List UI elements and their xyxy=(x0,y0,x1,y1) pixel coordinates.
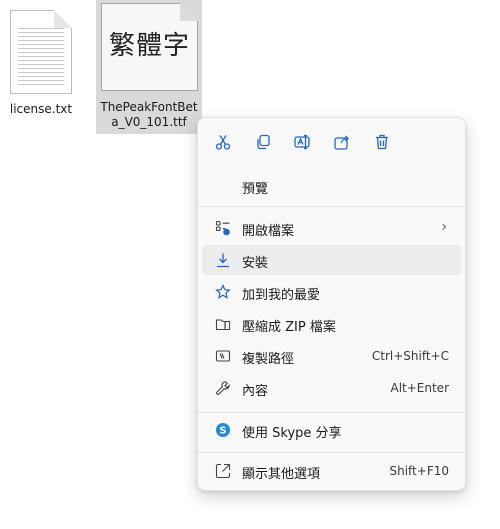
menu-item-label: 顯示其他選項 xyxy=(242,467,321,482)
context-menu: 預覽 開啟檔案 › 安裝 加到我的最愛 壓縮成 ZIP 檔案 複製路徑 Ctrl… xyxy=(197,117,466,491)
quick-action-bar xyxy=(198,118,465,164)
menu-item-properties[interactable]: 內容 Alt+Enter xyxy=(202,373,461,403)
menu-divider xyxy=(199,206,464,207)
menu-divider xyxy=(199,412,464,413)
file-license-txt[interactable]: license.txt xyxy=(0,0,82,125)
copy-icon[interactable] xyxy=(251,130,275,154)
wrench-icon xyxy=(215,380,231,396)
menu-item-add-favorites[interactable]: 加到我的最愛 xyxy=(202,277,461,307)
menu-item-copy-path[interactable]: 複製路徑 Ctrl+Shift+C xyxy=(202,341,461,371)
delete-icon[interactable] xyxy=(370,130,394,154)
file-name: license.txt xyxy=(9,102,73,116)
rename-icon[interactable] xyxy=(290,130,314,154)
copy-path-icon xyxy=(215,348,231,364)
share-icon[interactable] xyxy=(330,130,354,154)
menu-item-compress-zip[interactable]: 壓縮成 ZIP 檔案 xyxy=(202,309,461,339)
menu-item-shortcut: Alt+Enter xyxy=(390,381,449,395)
svg-text:S: S xyxy=(219,426,226,437)
file-name: ThePeakFontBet a_V0_101.ttf xyxy=(100,100,198,129)
open-with-icon xyxy=(215,220,231,236)
menu-item-label: 加到我的最愛 xyxy=(242,288,321,303)
menu-item-label: 開啟檔案 xyxy=(242,224,295,239)
menu-item-install[interactable]: 安裝 xyxy=(202,245,461,275)
menu-item-label: 內容 xyxy=(242,384,269,399)
menu-item-share-skype[interactable]: S 使用 Skype 分享 xyxy=(202,415,461,445)
star-icon xyxy=(215,284,231,300)
menu-divider xyxy=(199,452,464,453)
menu-item-label: 安裝 xyxy=(242,256,269,271)
menu-item-shortcut: Shift+F10 xyxy=(389,464,449,478)
skype-icon: S xyxy=(215,422,231,438)
menu-item-label: 預覽 xyxy=(242,182,269,197)
file-font-ttf[interactable]: 繁體字 ThePeakFontBet a_V0_101.ttf xyxy=(96,0,202,134)
menu-item-more-options[interactable]: 顯示其他選項 Shift+F10 xyxy=(202,456,461,486)
cut-icon[interactable] xyxy=(211,130,235,154)
zip-folder-icon xyxy=(215,316,231,332)
menu-item-open-with[interactable]: 開啟檔案 › xyxy=(202,213,461,243)
menu-item-label: 複製路徑 xyxy=(242,352,295,367)
chevron-right-icon: › xyxy=(441,219,447,235)
more-options-icon xyxy=(215,463,231,479)
menu-item-shortcut: Ctrl+Shift+C xyxy=(371,349,449,363)
menu-item-label: 使用 Skype 分享 xyxy=(242,426,342,441)
font-preview-text: 繁體字 xyxy=(108,31,190,61)
install-download-icon xyxy=(215,252,231,268)
menu-item-preview[interactable]: 預覽 xyxy=(202,171,461,201)
menu-item-label: 壓縮成 ZIP 檔案 xyxy=(242,320,336,335)
